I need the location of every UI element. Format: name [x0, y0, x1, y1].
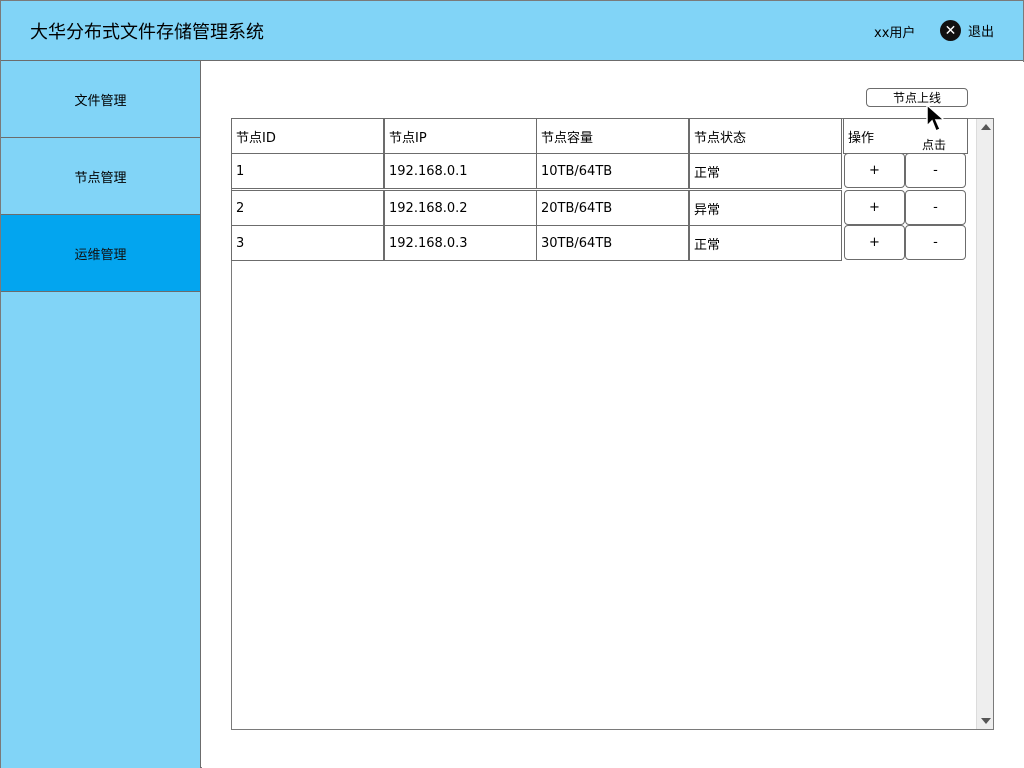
app-title: 大华分布式文件存储管理系统	[30, 22, 264, 43]
add-node-button[interactable]: +	[844, 153, 905, 188]
cell-node-status: 异常	[689, 190, 842, 226]
cell-node-capacity: 20TB/64TB	[536, 190, 689, 226]
cell-node-status: 正常	[689, 153, 842, 189]
sidebar-item-label: 文件管理	[74, 93, 127, 109]
sidebar-item-node-management[interactable]: 节点管理	[1, 138, 200, 215]
remove-node-button[interactable]: -	[905, 190, 966, 225]
column-header-node-ip: 节点IP	[384, 118, 537, 154]
column-header-node-capacity: 节点容量	[536, 118, 689, 154]
node-online-button[interactable]: 节点上线	[866, 88, 968, 107]
cell-node-status: 正常	[689, 225, 842, 261]
cell-node-capacity: 30TB/64TB	[536, 225, 689, 261]
close-circle-icon: ✕	[940, 20, 961, 41]
table-scrollbar[interactable]	[976, 119, 993, 729]
scroll-down-arrow-icon[interactable]	[981, 718, 991, 724]
cell-node-id: 3	[231, 225, 384, 261]
mouse-pointer-icon	[926, 104, 946, 133]
remove-node-button[interactable]: -	[905, 153, 966, 188]
scroll-up-arrow-icon[interactable]	[981, 124, 991, 130]
click-hint-label: 点击	[922, 138, 947, 152]
logout-label: 退出	[968, 25, 995, 40]
sidebar-item-ops-management[interactable]: 运维管理	[1, 215, 200, 292]
logout-button[interactable]: ✕ 退出	[940, 20, 994, 41]
sidebar-item-label: 运维管理	[74, 247, 127, 263]
top-header: 大华分布式文件存储管理系统 xx用户 ✕ 退出	[1, 1, 1023, 61]
cell-node-ip: 192.168.0.3	[384, 225, 537, 261]
column-header-node-id: 节点ID	[231, 118, 384, 154]
cell-node-ip: 192.168.0.2	[384, 190, 537, 226]
column-header-node-status: 节点状态	[689, 118, 842, 154]
sidebar: 文件管理 节点管理 运维管理	[1, 61, 201, 768]
cell-node-ip: 192.168.0.1	[384, 153, 537, 189]
sidebar-item-label: 节点管理	[74, 170, 127, 186]
add-node-button[interactable]: +	[844, 225, 905, 260]
sidebar-item-file-management[interactable]: 文件管理	[1, 61, 200, 138]
cell-node-id: 2	[231, 190, 384, 226]
cell-node-id: 1	[231, 153, 384, 189]
add-node-button[interactable]: +	[844, 190, 905, 225]
remove-node-button[interactable]: -	[905, 225, 966, 260]
current-user: xx用户	[874, 26, 916, 41]
cell-node-capacity: 10TB/64TB	[536, 153, 689, 189]
